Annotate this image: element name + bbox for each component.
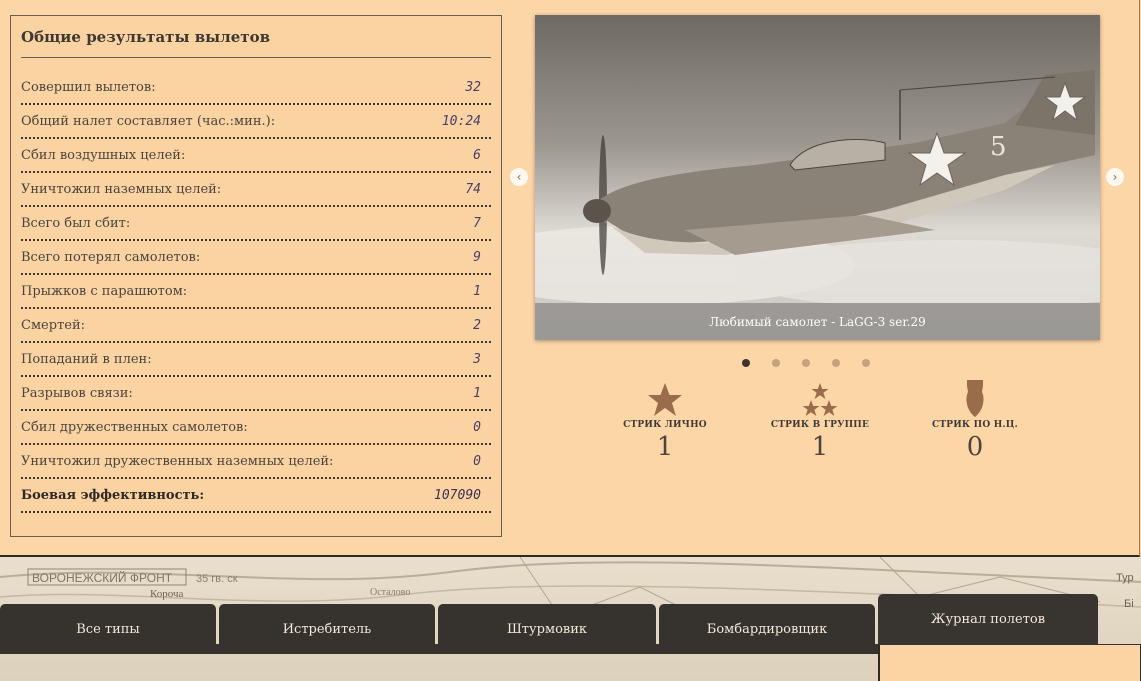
stat-label: Уничтожил дружественных наземных целей: [21,453,334,469]
stat-row-combat-efficiency: Боевая эффективность: 107090 [21,479,491,513]
stat-value: 10:24 [441,113,481,129]
streak-label: СТРИК ПО Н.Ц. [932,420,1018,430]
aircraft-number: 5 [990,132,1007,162]
stat-row-disconnects: Разрывов связи: 1 [21,377,491,411]
stat-value: 107090 [434,487,481,503]
stat-label: Уничтожил наземных целей: [21,181,222,197]
slider-dot[interactable] [772,359,780,367]
tab-bomber[interactable]: Бомбардировщик [659,604,875,654]
stat-row-sorties: Совершил вылетов: 32 [21,71,491,105]
chevron-left-icon: ‹ [516,170,522,184]
stat-label: Всего потерял самолетов: [21,249,201,265]
stat-value: 32 [465,79,481,95]
stat-label: Общий налет составляет (час.:мин.): [21,113,276,129]
tab-label: Штурмовик [506,621,588,637]
slider-prev-button[interactable]: ‹ [510,168,528,186]
tab-flight-log[interactable]: Журнал полетов [878,594,1098,644]
tab-attacker[interactable]: Штурмовик [438,604,656,654]
streak-value: 1 [656,432,674,462]
streak-label: СТРИК ЛИЧНО [623,420,707,430]
stat-label: Разрывов связи: [21,385,133,401]
streak-value: 1 [811,432,829,462]
stat-value: 0 [473,453,481,469]
tab-label: Журнал полетов [930,611,1046,627]
stat-row-planes-lost: Всего потерял самолетов: 9 [21,241,491,275]
stat-row-deaths: Смертей: 2 [21,309,491,343]
stat-row-friendly-ground: Уничтожил дружественных наземных целей: … [21,445,491,479]
slider-dot[interactable] [742,359,750,367]
stat-row-friendly-air: Сбил дружественных самолетов: 0 [21,411,491,445]
stat-row-flight-time: Общий налет составляет (час.:мин.): 10:2… [21,105,491,139]
stat-value: 2 [473,317,481,333]
streak-label: СТРИК В ГРУППЕ [770,420,870,430]
bomb-icon [910,378,1040,418]
stat-label: Сбил воздушных целей: [21,147,186,163]
streak-value: 0 [966,432,984,462]
tab-all-types[interactable]: Все типы [0,604,216,654]
slider-next-button[interactable]: › [1106,168,1124,186]
slide-caption: Любимый самолет - LaGG-3 ser.29 [535,303,1100,340]
chevron-right-icon: › [1112,170,1118,184]
stat-value: 9 [473,249,481,265]
map-town-label: Короча [150,588,184,600]
tab-label: Бомбардировщик [706,621,828,637]
stat-value: 0 [473,419,481,435]
three-stars-icon [755,378,885,418]
general-results-box: Общие результаты вылетов Совершил вылето… [10,15,502,537]
tab-fighter[interactable]: Истребитель [219,604,435,654]
tab-label: Истребитель [282,621,372,637]
general-results-title: Общие результаты вылетов [21,28,271,46]
stat-row-ground-kills: Уничтожил наземных целей: 74 [21,173,491,207]
stat-value: 7 [473,215,481,231]
slider-dots [742,359,870,367]
aircraft-photo: 5 [535,15,1100,305]
slider-dot[interactable] [832,359,840,367]
stat-label: Смертей: [21,317,86,333]
streak-group: СТРИК В ГРУППЕ 1 [755,378,885,462]
stat-label: Прыжков с парашютом: [21,283,188,299]
stat-row-parachute: Прыжков с парашютом: 1 [21,275,491,309]
star-icon [600,378,730,418]
stat-label: Боевая эффективность: [21,487,205,503]
slider-dot[interactable] [802,359,810,367]
stat-value: 6 [473,147,481,163]
stat-label: Совершил вылетов: [21,79,156,95]
stat-row-captured: Попаданий в плен: 3 [21,343,491,377]
stat-value: 1 [473,283,481,299]
map-army-label: 35 гв. ск [196,573,238,585]
slider-dot[interactable] [862,359,870,367]
stat-value: 74 [465,181,481,197]
title-divider [21,57,491,58]
stat-label: Всего был сбит: [21,215,131,231]
streak-ground-targets: СТРИК ПО Н.Ц. 0 [910,378,1040,462]
stat-label: Попаданий в плен: [21,351,152,367]
favorite-aircraft-slider: 5 Любимый самолет - LaGG-3 ser.29 [535,15,1100,340]
stat-row-air-kills: Сбил воздушных целей: 6 [21,139,491,173]
map-front-label: ВОРОНЕЖСКИЙ ФРОНТ [32,570,173,585]
stat-label: Сбил дружественных самолетов: [21,419,248,435]
tab-label: Все типы [76,621,140,637]
streak-personal: СТРИК ЛИЧНО 1 [600,378,730,462]
stat-value: 3 [473,351,481,367]
stats-panel: Общие результаты вылетов Совершил вылето… [0,0,1140,557]
map-town2-label: Осталово [370,587,410,598]
flight-log-content [878,645,1141,681]
map-right-label: Тур [1116,572,1134,584]
stat-value: 1 [473,385,481,401]
stat-row-shot-down: Всего был сбит: 7 [21,207,491,241]
